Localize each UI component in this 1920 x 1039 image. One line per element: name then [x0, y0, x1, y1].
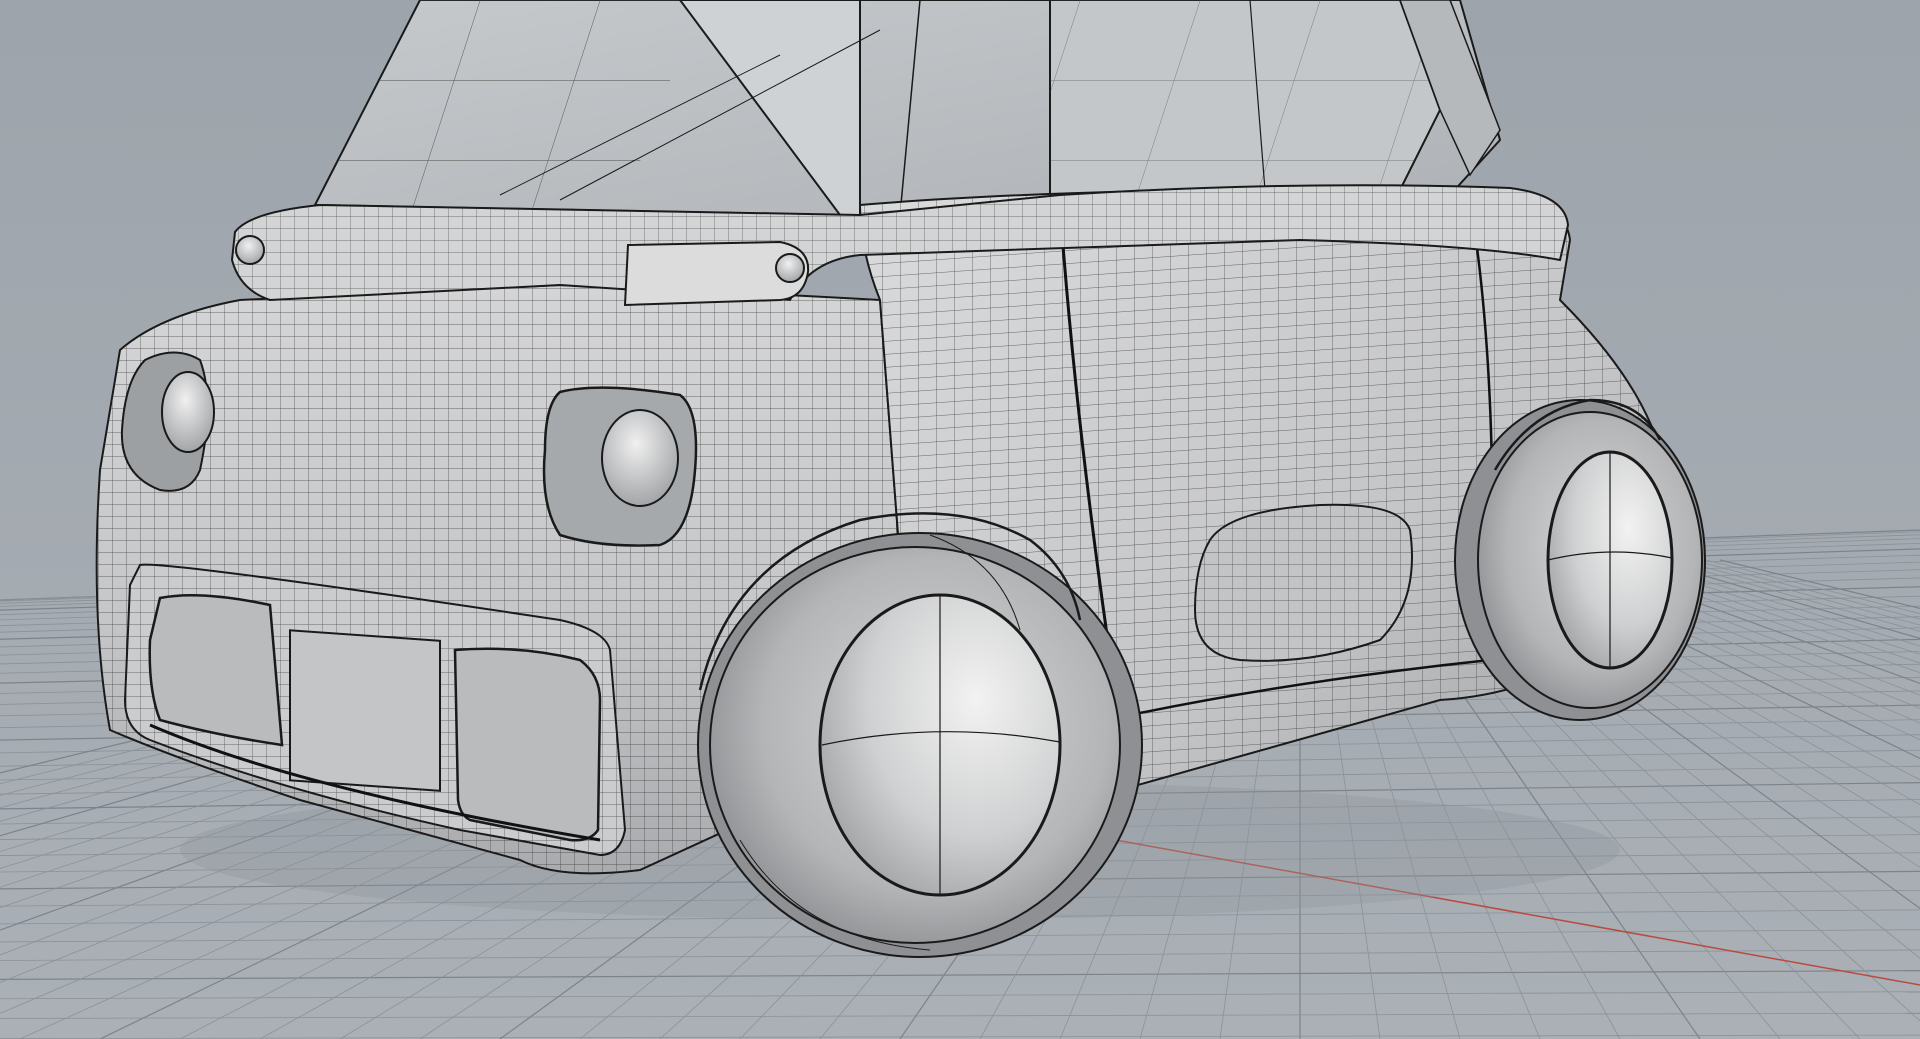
door-handle-isocurves [1195, 504, 1412, 661]
headlamp-lens-right [601, 409, 679, 507]
headlamp-lens-left [161, 371, 215, 453]
light-bar-end-cap-left [235, 235, 265, 265]
light-bar-end-cap [775, 253, 805, 283]
side-window-isocurves [1050, 0, 1440, 200]
cabin-greenhouse [313, 0, 1502, 217]
license-plate-area [289, 629, 441, 792]
bumper-vent-right [453, 647, 602, 842]
rear-wheel[interactable] [1454, 399, 1706, 721]
bumper-vent-left [148, 593, 284, 747]
front-wheel[interactable] [697, 532, 1143, 958]
3d-viewport[interactable] [0, 0, 1920, 1039]
viewport-canvas[interactable] [0, 0, 1920, 1039]
